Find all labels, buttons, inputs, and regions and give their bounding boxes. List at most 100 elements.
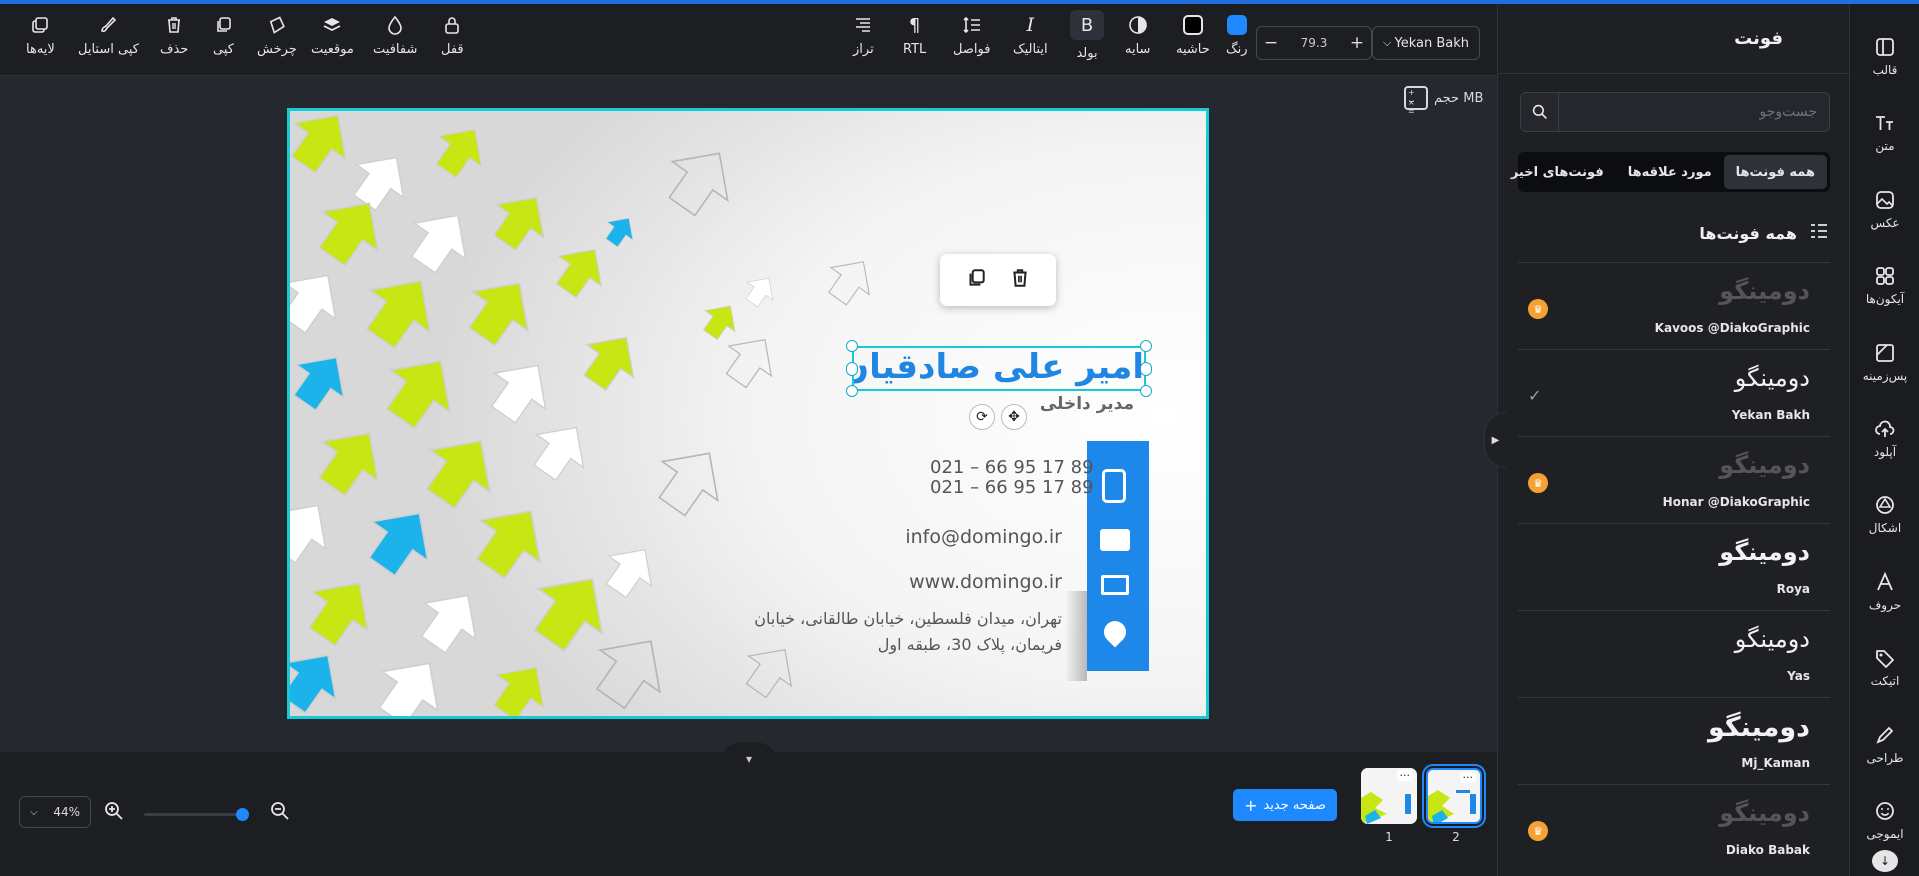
increase-size-icon[interactable]: +	[1343, 33, 1371, 53]
opacity-button[interactable]: شفافیت	[373, 14, 417, 68]
resize-handle-tr[interactable]	[1140, 340, 1152, 352]
sidebar-item-photo[interactable]: عکس	[1850, 177, 1919, 241]
search-icon[interactable]	[1521, 93, 1559, 131]
sidebar-item-upload[interactable]: آپلود	[1850, 406, 1919, 470]
font-item-yas[interactable]: دومینگو Yas	[1518, 610, 1830, 697]
font-search	[1520, 92, 1830, 132]
sticker-icon	[1874, 646, 1896, 670]
page-options-icon[interactable]: ···	[1396, 770, 1413, 781]
page-thumbnail-1[interactable]: ···	[1361, 768, 1417, 824]
calculator-icon[interactable]	[1404, 86, 1428, 116]
font-size-value[interactable]: 79.3	[1285, 36, 1343, 50]
section-header: همه فونت‌ها	[1699, 222, 1829, 244]
collapse-panel-button[interactable]: ▶	[1484, 412, 1506, 468]
font-name: Mj_Kaman	[1741, 756, 1810, 770]
border-label: حاشیه	[1176, 42, 1210, 57]
sidebar-item-shapes[interactable]: اشکال	[1850, 482, 1919, 546]
element-quick-actions	[940, 254, 1056, 306]
page-options-icon[interactable]: ···	[1459, 772, 1476, 783]
zoom-slider-knob[interactable]	[236, 808, 249, 821]
panel-divider	[1498, 73, 1850, 74]
sidebar-item-pen[interactable]: طراحی	[1850, 712, 1919, 776]
align-button[interactable]: تراز	[853, 14, 874, 68]
phone-2[interactable]: 021 – 66 95 17 89	[930, 477, 1094, 498]
panel-title: فونت	[1734, 28, 1783, 49]
border-button[interactable]: حاشیه	[1176, 14, 1210, 68]
bold-button[interactable]: B بولد	[1070, 10, 1104, 68]
rotate-handle-icon[interactable]: ⟳	[969, 404, 995, 430]
page-number-1: 1	[1385, 830, 1393, 844]
sidebar-item-label: ایموجی	[1866, 827, 1904, 841]
bold-icon: B	[1070, 10, 1104, 40]
lock-button[interactable]: قفل	[441, 14, 464, 68]
duplicate-icon[interactable]	[965, 267, 987, 293]
website-text[interactable]: www.domingo.ir	[850, 571, 1062, 593]
resize-handle-tl[interactable]	[846, 340, 858, 352]
address-line-2[interactable]: فریمان، پلاک 30، طبقه اول	[710, 635, 1062, 654]
copy-style-button[interactable]: کپی استایل	[78, 14, 139, 68]
phone-1[interactable]: 021 – 66 95 17 89	[930, 457, 1094, 478]
resize-handle-br[interactable]	[1140, 385, 1152, 397]
rotate-button[interactable]: چرخش	[257, 14, 297, 68]
font-item-mj-kaman[interactable]: دومینگو Mj_Kaman	[1518, 697, 1830, 784]
resize-handle-bl[interactable]	[846, 385, 858, 397]
tab-all-fonts[interactable]: همه فونت‌ها	[1723, 155, 1827, 189]
zoom-in-icon[interactable]	[104, 801, 124, 826]
layers-button[interactable]: لایه‌ها	[26, 14, 55, 68]
sidebar-item-label: آپلود	[1873, 445, 1897, 459]
decrease-size-icon[interactable]: −	[1257, 33, 1285, 53]
italic-button[interactable]: I ایتالیک	[1013, 14, 1048, 68]
zoom-value: 44%	[53, 805, 80, 819]
zoom-select[interactable]: ⌵ 44%	[19, 796, 91, 828]
sidebar-item-emoji[interactable]: ایموجی	[1850, 788, 1919, 852]
border-swatch-icon	[1182, 15, 1203, 35]
new-page-button[interactable]: + صفحه جدید	[1233, 789, 1337, 821]
rtl-button[interactable]: ¶ RTL	[903, 14, 926, 68]
chevron-right-icon: ▶	[1491, 434, 1500, 446]
sidebar-item-letters[interactable]: حروف	[1850, 559, 1919, 623]
trash-icon[interactable]	[1009, 267, 1031, 293]
align-label: تراز	[853, 42, 874, 57]
font-item-roya[interactable]: دومینگو Roya	[1518, 523, 1830, 610]
spacing-button[interactable]: فواصل	[953, 14, 990, 68]
font-item-yekan-bakh[interactable]: ✓ دومینگو Yekan Bakh	[1518, 349, 1830, 436]
address-line-1[interactable]: تهران، میدان فلسطین، خیابان طالقانی، خیا…	[710, 609, 1062, 628]
collapse-bottom-button[interactable]: ▾	[719, 742, 779, 766]
position-button[interactable]: موقعیت	[311, 14, 354, 68]
delete-button[interactable]: حذف	[160, 14, 188, 68]
sidebar-item-icons-grid[interactable]: آیکون‌ها	[1850, 253, 1919, 317]
tab-favorites[interactable]: مورد علاقه‌ها	[1616, 155, 1724, 189]
font-item-diako-babak[interactable]: ♛ دومینگو Diako Babak	[1518, 784, 1830, 871]
font-item-honar[interactable]: ♛ دومینگو Honar @DiakoGraphic	[1518, 436, 1830, 523]
font-item-kavoos[interactable]: ♛ دومینگو Kavoos @DiakoGraphic	[1518, 262, 1830, 349]
lock-label: قفل	[441, 42, 464, 57]
font-name: Honar @DiakoGraphic	[1662, 495, 1810, 509]
tab-recent-fonts[interactable]: فونت‌های اخیر	[1499, 155, 1616, 189]
move-handle-icon[interactable]: ✥	[1001, 404, 1027, 430]
font-search-input[interactable]	[1561, 93, 1827, 131]
chevron-down-icon: ⌵	[30, 806, 38, 818]
font-size-stepper[interactable]: − 79.3 +	[1256, 26, 1372, 60]
zoom-slider[interactable]	[144, 808, 249, 821]
shadow-button[interactable]: سایه	[1125, 14, 1150, 68]
color-button[interactable]: رنگ	[1226, 14, 1248, 68]
resize-handle-right[interactable]	[1140, 362, 1152, 376]
zoom-out-icon[interactable]	[270, 801, 290, 826]
rotate-label: چرخش	[257, 42, 297, 57]
copy-button[interactable]: کپی	[213, 14, 234, 68]
envelope-icon	[1100, 529, 1130, 551]
scroll-down-icon[interactable]: ↓	[1872, 850, 1898, 872]
rtl-label: RTL	[903, 42, 927, 57]
section-title: همه فونت‌ها	[1699, 223, 1797, 243]
sidebar-item-text[interactable]: متن	[1850, 100, 1919, 164]
position-label: موقعیت	[311, 42, 354, 57]
font-family-select[interactable]: ⌵ Yekan Bakh	[1372, 26, 1480, 60]
sidebar-item-sticker[interactable]: اتیکت	[1850, 635, 1919, 699]
page-thumbnail-2[interactable]: ···	[1426, 768, 1482, 824]
sidebar-item-template[interactable]: قالب	[1850, 24, 1919, 88]
business-card-canvas[interactable]: 021 – 66 95 17 89 021 – 66 95 17 89 info…	[287, 108, 1209, 719]
resize-handle-left[interactable]	[846, 362, 858, 376]
stack-icon	[322, 14, 342, 36]
sidebar-item-background[interactable]: پس‌زمینه	[1850, 330, 1919, 394]
email-text[interactable]: info@domingo.ir	[890, 526, 1062, 548]
